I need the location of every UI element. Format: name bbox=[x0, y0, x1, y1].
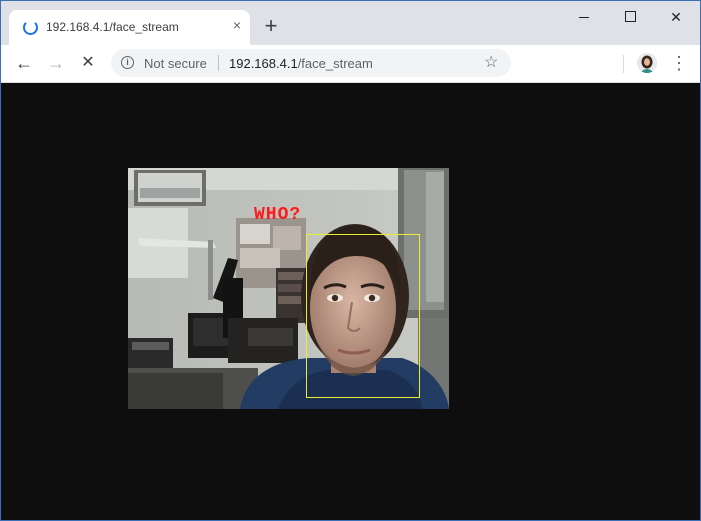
title-bar: 192.168.4.1/face_stream × + ✕ bbox=[1, 1, 700, 45]
tab-close-icon[interactable]: × bbox=[229, 17, 245, 33]
profile-avatar[interactable] bbox=[637, 53, 657, 73]
menu-icon[interactable]: ⋮ bbox=[669, 51, 689, 75]
new-tab-button[interactable]: + bbox=[260, 15, 282, 37]
minimize-icon bbox=[579, 17, 589, 18]
face-bounding-box bbox=[306, 234, 420, 398]
url-path: /face_stream bbox=[297, 56, 373, 71]
minimize-button[interactable] bbox=[561, 5, 607, 29]
camera-stream: WHO? bbox=[128, 168, 449, 409]
tab-title: 192.168.4.1/face_stream bbox=[46, 20, 179, 34]
detection-label: WHO? bbox=[254, 205, 302, 225]
forward-button[interactable]: → bbox=[44, 51, 68, 75]
stop-loading-button[interactable]: ✕ bbox=[76, 51, 100, 75]
close-window-button[interactable]: ✕ bbox=[653, 5, 699, 29]
bookmark-star-icon[interactable]: ☆ bbox=[484, 52, 498, 74]
maximize-button[interactable] bbox=[607, 5, 653, 29]
address-divider bbox=[218, 55, 219, 71]
browser-toolbar: ← → ✕ i Not secure 192.168.4.1/face_stre… bbox=[1, 45, 700, 83]
avatar-image bbox=[637, 53, 657, 73]
info-icon[interactable]: i bbox=[121, 56, 134, 69]
toolbar-divider bbox=[623, 55, 624, 73]
browser-tab[interactable]: 192.168.4.1/face_stream × bbox=[9, 10, 250, 45]
url-text[interactable]: 192.168.4.1/face_stream bbox=[229, 56, 373, 71]
address-bar[interactable]: i Not secure 192.168.4.1/face_stream ☆ bbox=[111, 49, 511, 77]
security-indicator[interactable]: Not secure bbox=[144, 56, 207, 71]
browser-window: 192.168.4.1/face_stream × + ✕ ← → ✕ i No… bbox=[0, 0, 701, 521]
url-host: 192.168.4.1 bbox=[229, 56, 298, 71]
loading-spinner-icon bbox=[23, 20, 38, 35]
maximize-icon bbox=[624, 11, 636, 22]
back-button[interactable]: ← bbox=[12, 51, 36, 75]
